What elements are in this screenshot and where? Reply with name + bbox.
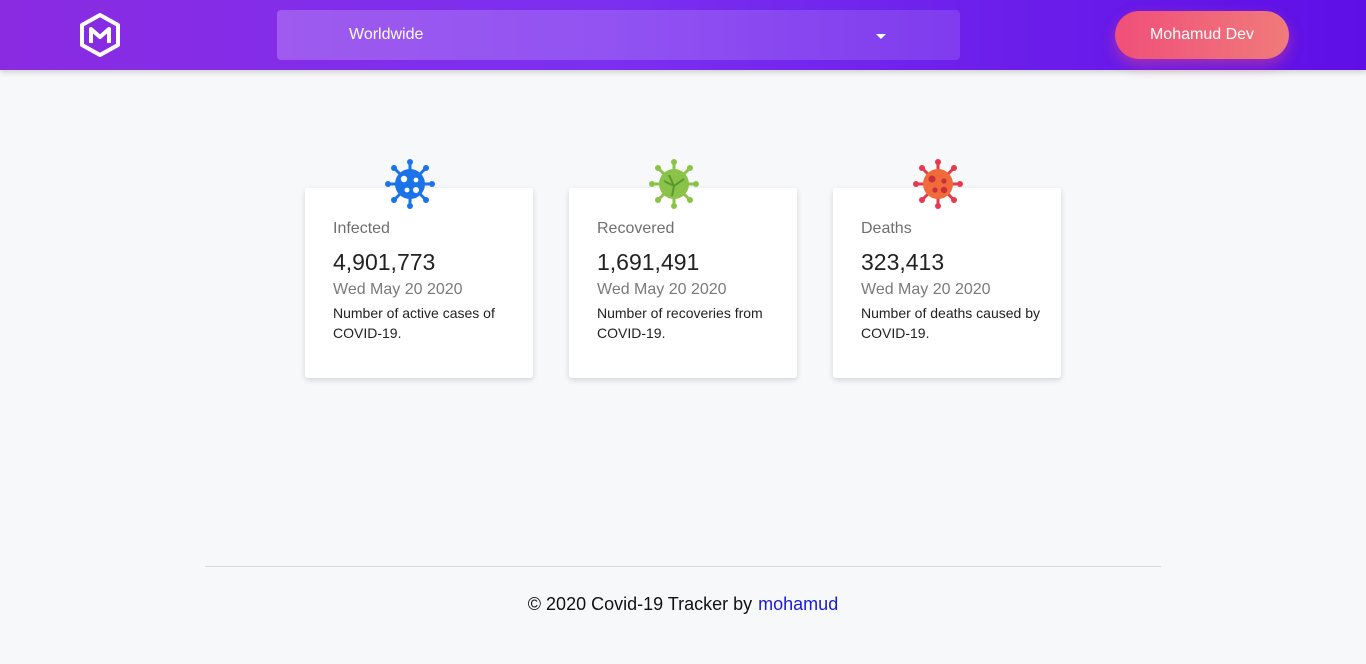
deaths-card: Deaths 323,413 Wed May 20 2020 Number of… (833, 188, 1061, 378)
infected-card: Infected 4,901,773 Wed May 20 2020 Numbe… (305, 188, 533, 378)
card-description: Number of recoveries from COVID-19. (597, 305, 763, 341)
caret-down-icon (876, 34, 886, 39)
virus-red-icon (913, 159, 963, 209)
card-date: Wed May 20 2020 (333, 281, 463, 298)
recovered-card: Recovered 1,691,491 Wed May 20 2020 Numb… (569, 188, 797, 378)
card-label: Infected (333, 220, 390, 237)
card-description: Number of active cases of COVID-19. (333, 305, 495, 341)
top-navbar: Worldwide Mohamud Dev (0, 0, 1366, 70)
hexagon-m-logo-icon[interactable] (78, 12, 122, 58)
footer-text: © 2020 Covid-19 Tracker by (527, 594, 753, 614)
author-link[interactable]: mohamud (758, 594, 838, 614)
card-value: 1,691,491 (597, 249, 700, 275)
virus-blue-icon (385, 159, 435, 209)
card-description: Number of deaths caused by COVID-19. (861, 305, 1040, 341)
user-profile-button[interactable]: Mohamud Dev (1115, 11, 1289, 59)
footer: © 2020 Covid-19 Tracker by mohamud (0, 594, 1366, 615)
virus-green-icon (649, 159, 699, 209)
card-date: Wed May 20 2020 (597, 281, 727, 298)
footer-divider (205, 566, 1161, 567)
country-select-value: Worldwide (349, 26, 424, 43)
card-date: Wed May 20 2020 (861, 281, 991, 298)
country-select[interactable]: Worldwide (277, 10, 960, 60)
card-value: 323,413 (861, 249, 945, 275)
card-label: Recovered (597, 220, 675, 237)
card-label: Deaths (861, 220, 912, 237)
card-value: 4,901,773 (333, 249, 436, 275)
